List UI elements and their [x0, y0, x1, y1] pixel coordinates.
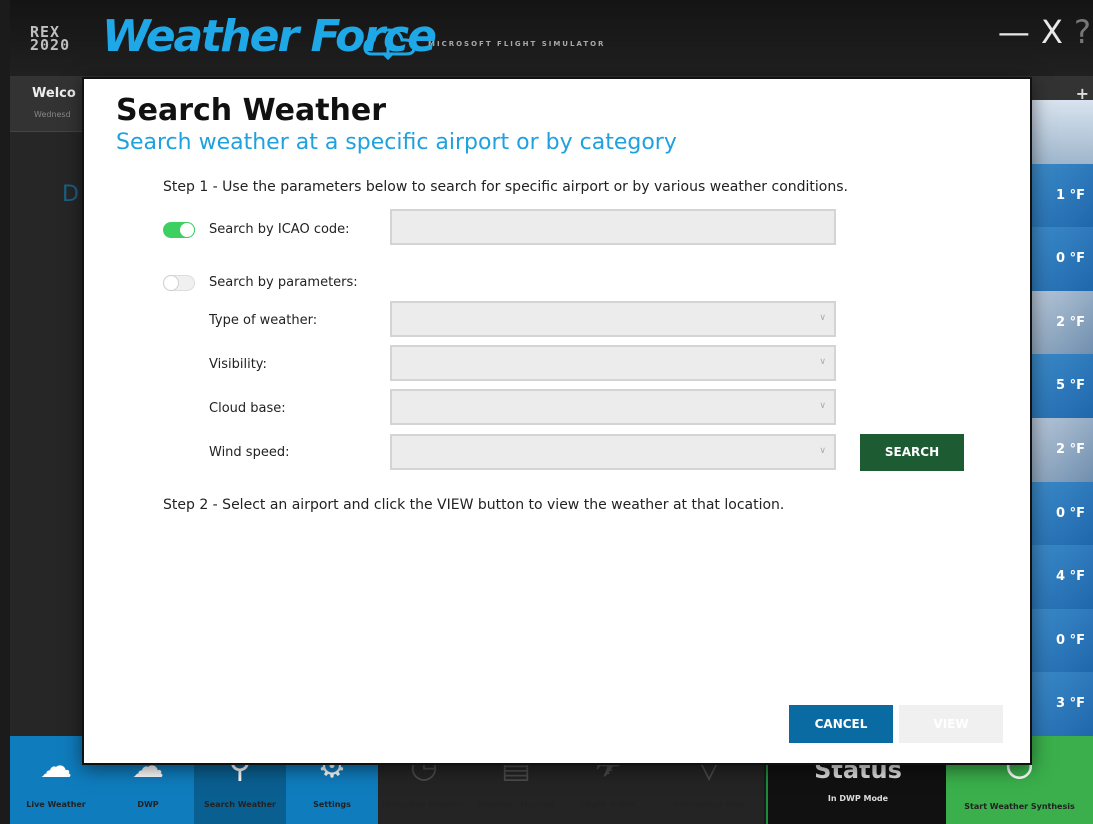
close-icon[interactable]: X — [1041, 16, 1063, 48]
rex-logo: REX 2020 — [30, 23, 71, 54]
start-label: Start Weather Synthesis — [964, 802, 1075, 811]
icao-toggle[interactable] — [163, 222, 195, 238]
wind-speed-select[interactable]: ∨ — [390, 434, 836, 470]
weather-tile[interactable]: 4 °F — [1031, 545, 1093, 609]
weather-tile[interactable] — [1031, 100, 1093, 164]
wind-speed-label: Wind speed: — [209, 445, 290, 460]
title-bar: REX 2020 Weather Force MICROSOFT FLIGHT … — [10, 0, 1093, 76]
weather-tile[interactable]: 0 °F — [1031, 481, 1093, 546]
step1-instructions: Step 1 - Use the parameters below to sea… — [163, 179, 848, 195]
parameters-label: Search by parameters: — [209, 275, 358, 290]
window-controls: — X ? — [992, 16, 1091, 48]
nav-label: Live Weather — [26, 800, 86, 809]
nav-label: Flight Guide — [580, 800, 636, 809]
background-panel: D — [10, 132, 85, 736]
chevron-down-icon: ∨ — [819, 401, 826, 411]
icao-input[interactable] — [390, 209, 836, 245]
chevron-down-icon: ∨ — [819, 357, 826, 367]
cloud-logo-icon — [363, 28, 416, 60]
cloud-base-label: Cloud base: — [209, 401, 286, 416]
background-heading: D — [62, 182, 79, 207]
app-subtitle: MICROSOFT FLIGHT SIMULATOR — [428, 40, 606, 48]
weather-tile[interactable]: 1 °F — [1031, 163, 1093, 228]
cloud-base-select[interactable]: ∨ — [390, 389, 836, 425]
weather-tile[interactable]: 0 °F — [1031, 227, 1093, 291]
weather-tile[interactable]: 3 °F — [1031, 672, 1093, 736]
nav-label: Settings — [313, 800, 351, 809]
visibility-select[interactable]: ∨ — [390, 345, 836, 381]
chevron-down-icon: ∨ — [819, 446, 826, 456]
type-of-weather-label: Type of weather: — [209, 313, 318, 328]
step2-instructions: Step 2 - Select an airport and click the… — [163, 497, 785, 513]
dialog-title: Search Weather — [116, 93, 387, 128]
nav-label: Historical Weather — [381, 800, 467, 809]
weather-tile[interactable]: 2 °F — [1031, 417, 1093, 482]
visibility-label: Visibility: — [209, 357, 267, 372]
toggle-knob — [179, 222, 195, 238]
type-of-weather-select[interactable]: ∨ — [390, 301, 836, 337]
weather-tile[interactable]: 0 °F — [1031, 608, 1093, 673]
search-weather-dialog: Search Weather Search weather at a speci… — [82, 77, 1032, 765]
nav-label: Search Weather — [203, 800, 276, 809]
nav-label: DWP — [137, 800, 159, 809]
weather-tile[interactable]: 5 °F — [1031, 354, 1093, 418]
help-icon[interactable]: ? — [1074, 16, 1091, 48]
status-subtitle: In DWP Mode — [827, 794, 889, 803]
nav-label: Interactive Map — [673, 800, 745, 809]
dialog-subtitle: Search weather at a specific airport or … — [116, 130, 677, 155]
toggle-knob — [163, 275, 179, 291]
search-button[interactable]: SEARCH — [860, 434, 964, 471]
minimize-icon[interactable]: — — [998, 16, 1030, 48]
view-button[interactable]: VIEW — [899, 705, 1003, 743]
cancel-button[interactable]: CANCEL — [789, 705, 893, 743]
icao-label: Search by ICAO code: — [209, 222, 350, 237]
weather-tile[interactable]: 2 °F — [1031, 290, 1093, 355]
welcome-text: Welco — [32, 86, 76, 101]
chevron-down-icon: ∨ — [819, 313, 826, 323]
date-text: Wednesd — [34, 110, 71, 119]
parameters-toggle[interactable] — [163, 275, 195, 291]
weather-strip: 1 °F 0 °F 2 °F 5 °F 2 °F 0 °F 4 °F 0 °F … — [1031, 100, 1093, 736]
nav-label: Weather Themes — [477, 800, 555, 809]
